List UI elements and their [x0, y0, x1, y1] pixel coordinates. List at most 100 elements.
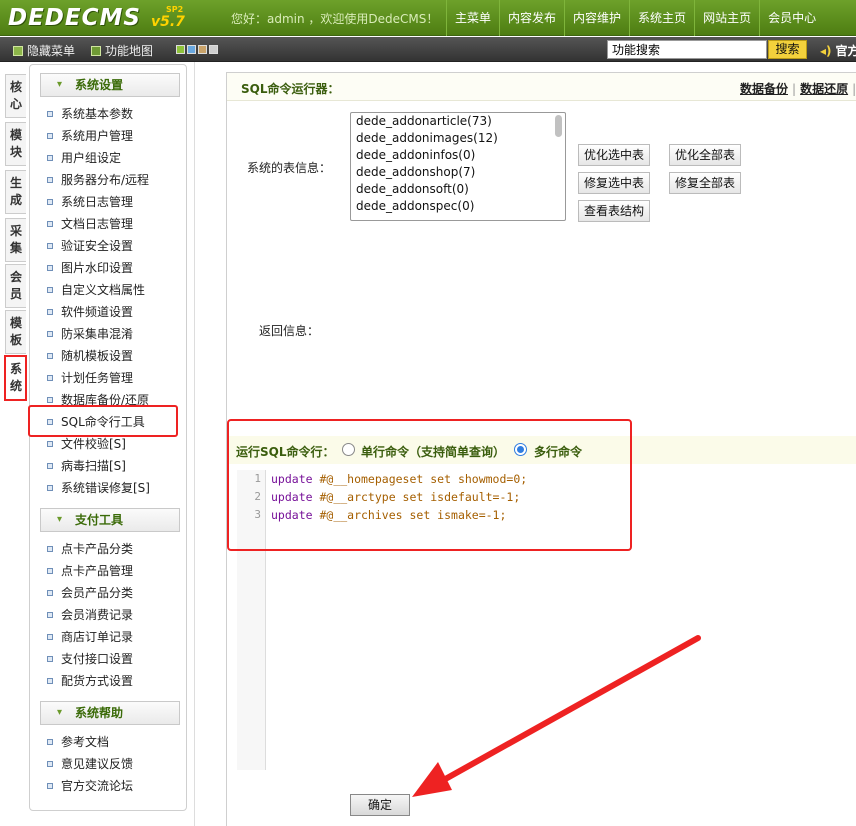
bullet-icon — [47, 243, 53, 249]
data-backup-link[interactable]: 数据备份 — [740, 82, 788, 96]
nav-content-maintain[interactable]: 内容维护 — [564, 0, 629, 36]
sub-toolbar: 隐藏菜单 功能地图 搜索 ◂)官方 — [0, 37, 856, 62]
search-button[interactable]: 搜索 — [768, 40, 807, 59]
vtab-core[interactable]: 核心 — [5, 74, 26, 118]
bullet-icon — [47, 546, 53, 552]
optimize-all-button[interactable]: 优化全部表 — [669, 144, 742, 166]
main-nav: 主菜单 内容发布 内容维护 系统主页 网站主页 会员中心 — [446, 0, 824, 36]
menu-item-error-repair[interactable]: 系统错误修复[S] — [47, 478, 182, 498]
bullet-icon — [47, 353, 53, 359]
menu-item-virus-scan[interactable]: 病毒扫描[S] — [47, 456, 182, 476]
menu-item-user-group[interactable]: 用户组设定 — [47, 148, 182, 168]
table-option[interactable]: dede_addonshop(7) — [351, 164, 565, 181]
menu-item-server-remote[interactable]: 服务器分布/远程 — [47, 170, 182, 190]
section-payment-tools[interactable]: ▾ 支付工具 — [40, 508, 180, 532]
menu-label: 会员消费记录 — [61, 608, 134, 622]
menu-item-software-channel[interactable]: 软件频道设置 — [47, 302, 182, 322]
menu-item-user-manage[interactable]: 系统用户管理 — [47, 126, 182, 146]
listbox-scrollbar[interactable] — [555, 115, 562, 219]
vtab-collect[interactable]: 采集 — [5, 218, 26, 262]
menu-item-doc-attr[interactable]: 自定义文档属性 — [47, 280, 182, 300]
menu-item-card-category[interactable]: 点卡产品分类 — [47, 539, 182, 559]
menu-label: 系统基本参数 — [61, 107, 134, 121]
bullet-icon — [47, 612, 53, 618]
tables-listbox[interactable]: dede_addonarticle(73) dede_addonimages(1… — [350, 112, 566, 221]
table-option[interactable]: dede_addoninfos(0) — [351, 147, 565, 164]
menu-item-file-check[interactable]: 文件校验[S] — [47, 434, 182, 454]
bullet-icon — [47, 397, 53, 403]
chevron-down-icon: ▾ — [57, 514, 63, 525]
function-map-button[interactable]: 功能地图 — [91, 42, 153, 59]
scrollbar-thumb[interactable] — [555, 115, 562, 137]
table-option[interactable]: dede_addonarticle(73) — [351, 113, 565, 130]
nav-system-home[interactable]: 系统主页 — [629, 0, 694, 36]
menu-item-basic-params[interactable]: 系统基本参数 — [47, 104, 182, 124]
nav-member-center[interactable]: 会员中心 — [759, 0, 824, 36]
menu-item-card-manage[interactable]: 点卡产品管理 — [47, 561, 182, 581]
menu-label: 计划任务管理 — [61, 371, 134, 385]
function-search-input[interactable] — [607, 40, 767, 59]
menu-item-anti-collect[interactable]: 防采集串混淆 — [47, 324, 182, 344]
menu-item-payment-api[interactable]: 支付接口设置 — [47, 649, 182, 669]
menu-item-security[interactable]: 验证安全设置 — [47, 236, 182, 256]
official-link[interactable]: ◂) 官方 — [820, 42, 856, 59]
logo-edition: SP2 — [166, 5, 184, 14]
menu-item-doc-log[interactable]: 文档日志管理 — [47, 214, 182, 234]
submit-button[interactable]: 确定 — [350, 794, 410, 816]
bullet-icon — [47, 485, 53, 491]
bullet-icon — [47, 634, 53, 640]
theme-swatch-green[interactable] — [176, 45, 185, 54]
vtab-module[interactable]: 模块 — [5, 122, 26, 166]
repair-selected-button[interactable]: 修复选中表 — [578, 172, 651, 194]
bullet-icon — [47, 111, 53, 117]
vtab-member[interactable]: 会员 — [5, 264, 26, 308]
menu-item-delivery[interactable]: 配货方式设置 — [47, 671, 182, 691]
hide-menu-label: 隐藏菜单 — [27, 44, 76, 58]
menu-item-system-log[interactable]: 系统日志管理 — [47, 192, 182, 212]
menu-label: 点卡产品管理 — [61, 564, 134, 578]
menu-item-shop-orders[interactable]: 商店订单记录 — [47, 627, 182, 647]
theme-swatch-gray[interactable] — [209, 45, 218, 54]
bullet-icon — [47, 761, 53, 767]
table-option[interactable]: dede_addonspec(0) — [351, 198, 565, 215]
vtab-generate[interactable]: 生成 — [5, 170, 26, 214]
header-links: 数据备份 | 数据还原 | — [740, 80, 856, 97]
table-option[interactable]: dede_addonsoft(0) — [351, 181, 565, 198]
menu-label: 软件频道设置 — [61, 305, 134, 319]
vtab-system[interactable]: 系统 — [4, 355, 27, 401]
menu-item-watermark[interactable]: 图片水印设置 — [47, 258, 182, 278]
theme-swatch-brown[interactable] — [198, 45, 207, 54]
menu-label: 防采集串混淆 — [61, 327, 134, 341]
nav-website-home[interactable]: 网站主页 — [694, 0, 759, 36]
bullet-icon — [47, 463, 53, 469]
data-restore-link[interactable]: 数据还原 — [800, 82, 848, 96]
hide-menu-icon — [13, 46, 23, 56]
menu-item-reference-docs[interactable]: 参考文档 — [47, 732, 182, 752]
repair-all-button[interactable]: 修复全部表 — [669, 172, 742, 194]
nav-content-publish[interactable]: 内容发布 — [499, 0, 564, 36]
dedecms-logo[interactable]: DEDECMS v5.7 SP2 — [8, 4, 213, 32]
menu-item-forum[interactable]: 官方交流论坛 — [47, 776, 182, 796]
menu-item-feedback[interactable]: 意见建议反馈 — [47, 754, 182, 774]
return-info-label: 返回信息： — [259, 324, 320, 338]
section-system-settings[interactable]: ▾ 系统设置 — [40, 73, 180, 97]
optimize-selected-button[interactable]: 优化选中表 — [578, 144, 651, 166]
menu-item-random-template[interactable]: 随机模板设置 — [47, 346, 182, 366]
frame-splitter[interactable] — [194, 62, 195, 826]
vtab-template[interactable]: 模板 — [5, 310, 26, 354]
menu-item-scheduled-tasks[interactable]: 计划任务管理 — [47, 368, 182, 388]
section-system-help[interactable]: ▾ 系统帮助 — [40, 701, 180, 725]
bullet-icon — [47, 739, 53, 745]
bullet-icon — [47, 441, 53, 447]
menu-item-member-consume[interactable]: 会员消费记录 — [47, 605, 182, 625]
menu-label: 意见建议反馈 — [61, 757, 134, 771]
menu-item-member-product[interactable]: 会员产品分类 — [47, 583, 182, 603]
theme-swatch-blue[interactable] — [187, 45, 196, 54]
hide-menu-button[interactable]: 隐藏菜单 — [13, 42, 75, 59]
link-separator: | — [792, 82, 797, 96]
menu-label: 随机模板设置 — [61, 349, 134, 363]
view-structure-button[interactable]: 查看表结构 — [578, 200, 651, 222]
menu-label: 服务器分布/远程 — [61, 173, 150, 187]
table-option[interactable]: dede_addonimages(12) — [351, 130, 565, 147]
nav-main-menu[interactable]: 主菜单 — [446, 0, 499, 36]
